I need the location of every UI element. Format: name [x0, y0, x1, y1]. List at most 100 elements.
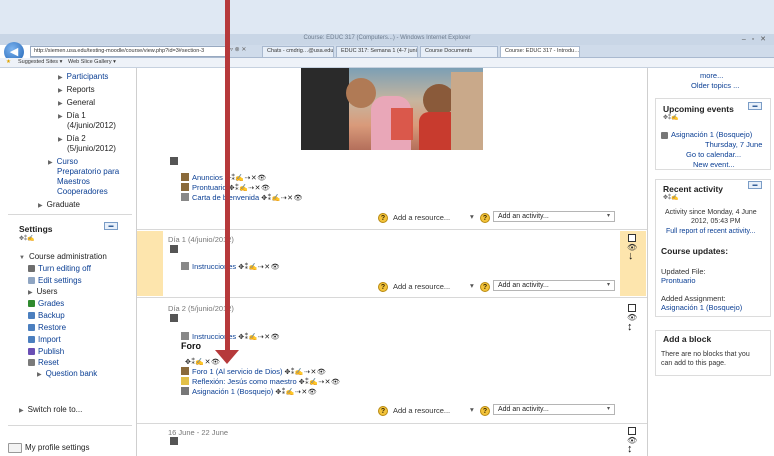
recent-activity-title: Recent activity — [663, 184, 723, 194]
activity-reflexion[interactable]: Reflexión: Jesús como maestro ✥⁑✍⇢✕👁 — [181, 377, 340, 386]
nav-curso[interactable]: ▶ Curso — [48, 157, 78, 166]
nav-graduate[interactable]: ▶ Graduate — [38, 200, 80, 209]
turn-editing-off-link[interactable]: Turn editing off — [28, 264, 91, 273]
help-icon[interactable]: ? — [378, 406, 388, 416]
section1-edit-icon[interactable] — [170, 245, 181, 254]
added-assignment-label: Added Assignment: — [661, 294, 726, 303]
help-icon[interactable]: ? — [480, 406, 490, 416]
highlight-box-icon[interactable] — [628, 234, 636, 242]
chevron-down-icon[interactable]: ▾ — [470, 212, 474, 221]
updated-file-link[interactable]: Prontuario — [661, 276, 696, 285]
suggested-sites-link[interactable]: Suggested Sites ▾ — [18, 59, 62, 65]
my-profile-settings[interactable]: My profile settings — [8, 443, 89, 453]
add-activity-select[interactable]: Add an activity... ▾ — [493, 211, 615, 222]
restore-link[interactable]: Restore — [28, 323, 66, 332]
add-resource-label[interactable]: Add a resource... — [393, 213, 450, 222]
import-link[interactable]: Import — [28, 335, 61, 344]
help-icon[interactable]: ? — [480, 282, 490, 292]
section0-edit-icon[interactable] — [170, 157, 181, 166]
forum-foro-1[interactable]: Foro 1 (Al servicio de Dios) ✥⁑✍⇢✕👁 — [181, 367, 326, 376]
nav-reports[interactable]: ▶ Reports — [58, 85, 95, 94]
arrow-updown-icon[interactable]: ↕ — [627, 443, 633, 455]
upcoming-collapse-icon[interactable]: ▬ — [748, 102, 762, 110]
activity-since-text: Activity since Monday, 4 June — [665, 209, 757, 216]
recent-collapse-icon[interactable]: ▬ — [748, 181, 762, 189]
upcoming-event-link[interactable]: Asignación 1 (Bosquejo) — [661, 130, 752, 139]
center-right-border — [647, 68, 648, 456]
full-report-link[interactable]: Full report of recent activity... — [666, 228, 755, 235]
tab-course-educ[interactable]: Course: EDUC 317 - Introdu… ✕ — [500, 46, 580, 57]
course-banner-image — [301, 68, 483, 150]
add-resource-label[interactable]: Add a resource... — [393, 282, 450, 291]
add-activity-select[interactable]: Add an activity... ▾ — [493, 280, 615, 291]
help-icon[interactable]: ? — [378, 213, 388, 223]
divider — [8, 214, 132, 215]
course-updates-title: Course updates: — [661, 246, 729, 256]
resource-instrucciones-1[interactable]: Instrucciones ✥⁑✍⇢✕👁 — [181, 262, 280, 271]
nav-dia-1[interactable]: ▶ Día 1 — [58, 111, 86, 120]
activity-time-text: 2012, 05:43 PM — [691, 218, 741, 225]
resource-instrucciones-2[interactable]: Instrucciones ✥⁑✍⇢✕👁 — [181, 332, 280, 341]
tab-course-documents[interactable]: Course Documents — [420, 46, 498, 57]
go-to-calendar-link[interactable]: Go to calendar... — [686, 150, 741, 159]
nav-curso-line3[interactable]: Maestros — [57, 177, 90, 186]
favorites-bar: ★ Suggested Sites ▾ Web Slice Gallery ▾ — [0, 58, 774, 68]
help-icon[interactable]: ? — [480, 213, 490, 223]
question-bank-link[interactable]: ▶ Question bank — [37, 369, 97, 378]
course-admin[interactable]: ▼ Course administration — [19, 252, 107, 261]
resource-carta[interactable]: Carta de bienvenida ✥⁑✍⇢✕👁 — [181, 193, 303, 202]
reset-link[interactable]: Reset — [28, 358, 59, 367]
help-icon[interactable]: ? — [378, 282, 388, 292]
tab-educ-semana[interactable]: EDUC 317: Semana 1 (4-7 juni… — [336, 46, 418, 57]
nav-curso-line2[interactable]: Preparatorio para — [57, 167, 119, 176]
section1-title: Día 1 (4/junio/2012) — [168, 235, 234, 244]
more-link[interactable]: more... — [700, 71, 723, 80]
window-controls[interactable]: – ▫ ✕ — [742, 35, 768, 43]
pencil-icon — [28, 265, 35, 273]
backup-link[interactable]: Backup — [28, 311, 65, 320]
chevron-down-icon[interactable]: ▾ — [470, 281, 474, 290]
highlight-box-icon[interactable] — [628, 427, 636, 435]
file-icon — [181, 183, 189, 191]
activity-anuncios[interactable]: Anuncios ✥⁑✍⇢✕👁 — [181, 173, 267, 182]
add-activity-select[interactable]: Add an activity... ▾ — [493, 404, 615, 415]
added-assignment-link[interactable]: Asignación 1 (Bosquejo) — [661, 303, 742, 312]
tab-chats[interactable]: Chats - cmdrig…@usa.edu - … — [262, 46, 334, 57]
arrow-updown-icon[interactable]: ↕ — [627, 321, 633, 333]
settings-collapse-icon[interactable]: ▬ — [104, 222, 118, 230]
annotation-arrow-shaft — [225, 0, 230, 352]
users-item[interactable]: ▶ Users — [28, 287, 58, 296]
add-resource-label[interactable]: Add a resource... — [393, 406, 450, 415]
upcoming-date[interactable]: Thursday, 7 June — [705, 140, 762, 149]
web-slice-gallery-link[interactable]: Web Slice Gallery ▾ — [68, 59, 116, 65]
section3-edit-icon[interactable] — [170, 437, 181, 446]
nav-participants[interactable]: ▶ Participants — [58, 72, 108, 81]
assignment-asignacion-1[interactable]: Asignación 1 (Bosquejo) ✥⁑✍⇢✕👁 — [181, 387, 317, 396]
publish-link[interactable]: Publish — [28, 347, 64, 356]
older-topics-link[interactable]: Older topics ... — [691, 81, 739, 90]
highlight-box-icon[interactable] — [628, 304, 636, 312]
profile-icon — [8, 443, 22, 453]
publish-icon — [28, 348, 35, 356]
window-title: Course: EDUC 317 (Computers...) - Window… — [303, 35, 471, 41]
block-move-icons[interactable]: ✥⁑✍ — [663, 194, 679, 201]
address-controls[interactable]: ▿ ⊗ ✕ — [230, 46, 246, 53]
section2-edit-icon[interactable] — [170, 314, 181, 323]
switch-role[interactable]: ▶ Switch role to... — [19, 405, 82, 414]
new-event-link[interactable]: New event... — [693, 160, 735, 169]
edit-settings-link[interactable]: Edit settings — [28, 276, 82, 285]
address-bar[interactable]: http://siemen.usa.edu/testing-moodle/cou… — [30, 46, 230, 57]
upcoming-events-title: Upcoming events — [663, 104, 734, 114]
nav-dia-1-date: (4/junio/2012) — [67, 121, 116, 130]
nav-general[interactable]: ▶ General — [58, 98, 95, 107]
block-move-icons[interactable]: ✥⁑✍ — [19, 235, 35, 242]
assignment-icon — [181, 387, 189, 395]
divider — [8, 425, 132, 426]
grades-link[interactable]: Grades — [28, 299, 64, 308]
arrow-down-icon[interactable]: ↓ — [628, 250, 634, 262]
block-move-icons[interactable]: ✥⁑✍ — [663, 114, 679, 121]
chevron-down-icon[interactable]: ▾ — [470, 405, 474, 414]
nav-dia-2[interactable]: ▶ Día 2 — [58, 134, 86, 143]
favorites-star-icon[interactable]: ★ — [6, 59, 11, 65]
nav-curso-line4[interactable]: Cooperadores — [57, 187, 108, 196]
